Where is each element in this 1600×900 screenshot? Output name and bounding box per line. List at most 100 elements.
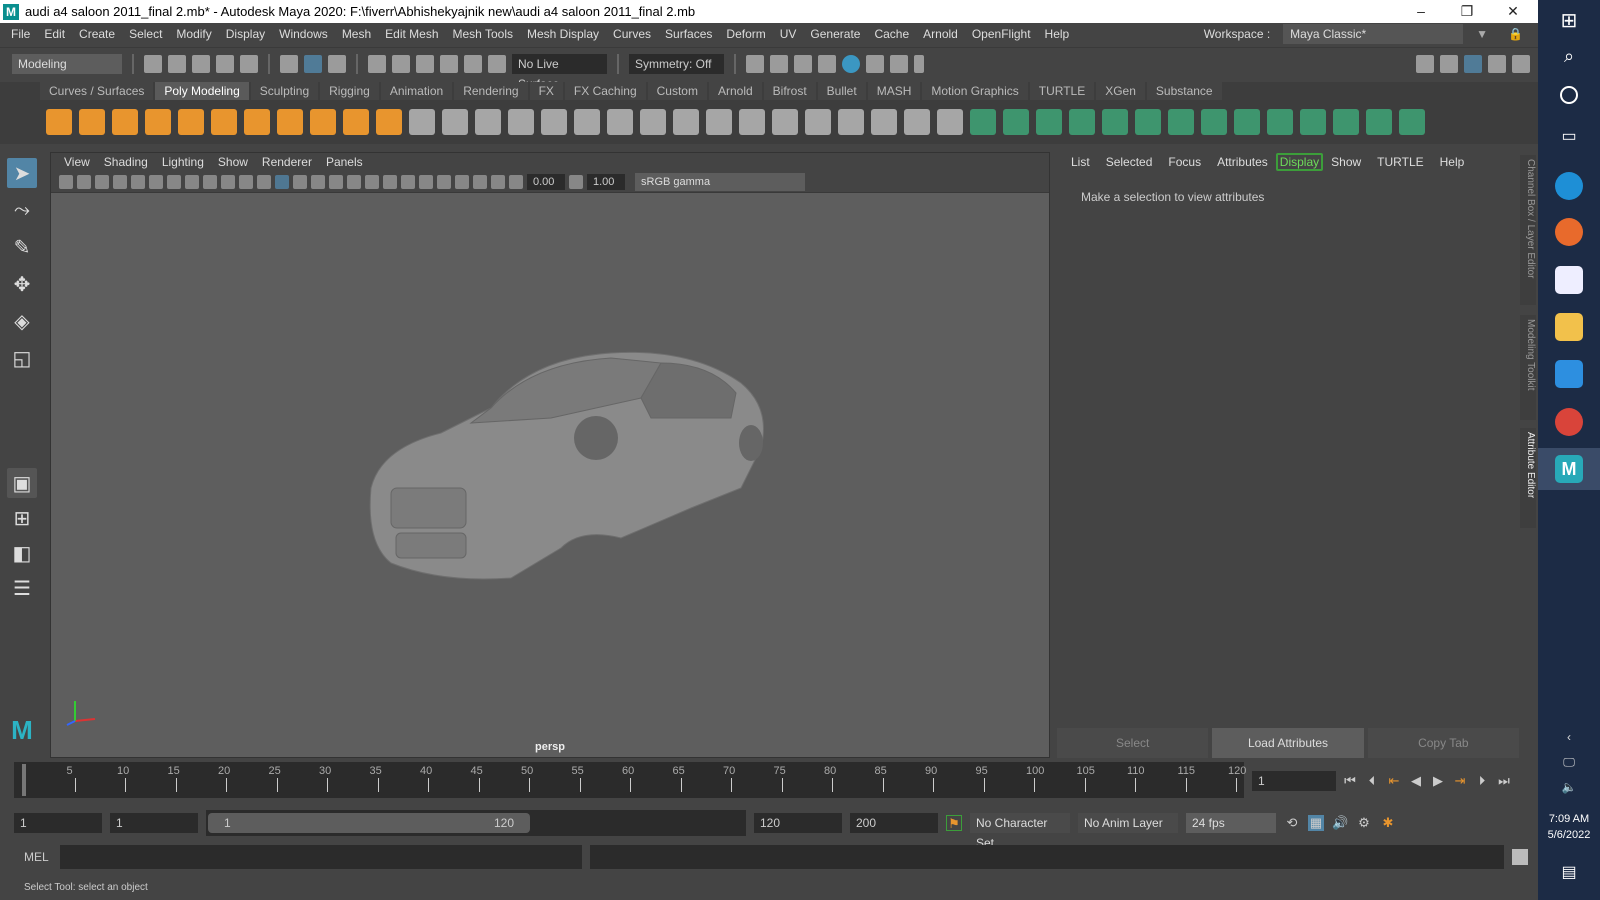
cortana-icon[interactable] <box>1560 86 1578 104</box>
store-icon[interactable] <box>1555 266 1583 294</box>
uv-editor-icon[interactable] <box>970 109 996 135</box>
shelf-tab-rendering[interactable]: Rendering <box>454 82 528 100</box>
shelf-tab-sculpting[interactable]: Sculpting <box>250 82 319 100</box>
poly-torus-icon[interactable] <box>178 109 204 135</box>
gamma-field[interactable]: 1.00 <box>587 173 625 190</box>
range-slider[interactable]: 1 120 <box>206 810 746 836</box>
menu-openflight[interactable]: OpenFlight <box>965 27 1038 41</box>
resolution-gate-icon[interactable] <box>167 174 181 189</box>
safe-title-icon[interactable] <box>239 174 253 189</box>
shelf-tab-bifrost[interactable]: Bifrost <box>763 82 816 100</box>
maya-taskbar-icon[interactable]: M <box>1555 455 1583 483</box>
shelf-tab-xgen[interactable]: XGen <box>1096 82 1145 100</box>
persp-outliner-layout-icon[interactable]: ◧ <box>7 538 37 568</box>
sew-uv-icon[interactable] <box>1102 109 1128 135</box>
merge-icon[interactable] <box>772 109 798 135</box>
two-sided-icon[interactable] <box>473 174 487 189</box>
snap-view-icon[interactable] <box>464 54 482 73</box>
minimize-button[interactable]: – <box>1398 0 1444 23</box>
multi-cut-icon[interactable] <box>442 109 468 135</box>
smooth-shade-icon[interactable] <box>275 174 289 189</box>
hud-icon[interactable] <box>491 174 505 189</box>
four-view-layout-icon[interactable]: ⊞ <box>7 503 37 533</box>
copy-tab-button[interactable]: Copy Tab <box>1367 728 1519 758</box>
lasso-tool-icon[interactable]: ⤳ <box>7 195 37 225</box>
shelf-tab-custom[interactable]: Custom <box>647 82 707 100</box>
shelf-tab-curves-surfaces[interactable]: Curves / Surfaces <box>40 82 154 100</box>
snap-live-icon[interactable] <box>488 54 506 73</box>
attr-menu-display[interactable]: Display <box>1275 153 1324 171</box>
image-plane-icon[interactable] <box>113 174 127 189</box>
boolean-icon[interactable] <box>673 109 699 135</box>
go-to-end-icon[interactable]: ⏭ <box>1496 773 1512 789</box>
xray-joints-icon[interactable] <box>455 174 469 189</box>
sculpt-icon[interactable] <box>937 109 963 135</box>
sweep-mesh-icon[interactable] <box>409 109 435 135</box>
chrome-icon[interactable] <box>1555 408 1583 436</box>
menu-deform[interactable]: Deform <box>719 27 772 41</box>
animation-preferences-icon[interactable]: ⚙ <box>1356 815 1372 831</box>
wireframe-on-shaded-icon[interactable] <box>311 174 325 189</box>
file-explorer-icon[interactable] <box>1555 313 1583 341</box>
snap-projected-icon[interactable] <box>440 54 458 73</box>
exposure-field[interactable]: 0.00 <box>527 173 565 190</box>
bookmark-icon[interactable] <box>95 174 109 189</box>
hypershade-icon[interactable] <box>842 54 860 73</box>
chevron-down-icon[interactable]: ▼ <box>1469 27 1495 41</box>
anti-aliasing-icon[interactable] <box>419 174 433 189</box>
render-settings-icon[interactable] <box>818 54 836 73</box>
attr-menu-turtle[interactable]: TURTLE <box>1369 155 1431 169</box>
quad-draw-icon[interactable] <box>1234 109 1260 135</box>
separate-icon[interactable] <box>508 109 534 135</box>
wireframe-icon[interactable] <box>257 174 271 189</box>
viewport-menu-lighting[interactable]: Lighting <box>155 155 211 169</box>
attr-menu-focus[interactable]: Focus <box>1160 155 1209 169</box>
volume-icon[interactable]: 🔈 <box>1555 780 1583 808</box>
shelf-tab-fx[interactable]: FX <box>529 82 563 100</box>
color-space-dropdown[interactable]: sRGB gamma <box>635 172 805 191</box>
live-surface-field[interactable]: No Live Surface <box>512 53 607 91</box>
shelf-tab-arnold[interactable]: Arnold <box>708 82 762 100</box>
exposure-icon[interactable] <box>509 174 523 189</box>
fill-hole-icon[interactable] <box>805 109 831 135</box>
attr-menu-help[interactable]: Help <box>1432 155 1473 169</box>
snap-curve-icon[interactable] <box>392 54 410 73</box>
gamma-icon[interactable] <box>569 174 583 189</box>
fix-icon[interactable] <box>1399 109 1425 135</box>
snap-point-icon[interactable] <box>416 54 434 73</box>
relax-icon[interactable] <box>1300 109 1326 135</box>
menu-file[interactable]: File <box>4 27 37 41</box>
animation-end-field[interactable]: 200 <box>850 813 938 833</box>
tab-channel-box[interactable]: Channel Box / Layer Editor <box>1520 155 1536 305</box>
notifications-icon[interactable]: ▤ <box>1555 862 1583 890</box>
channel-box-icon[interactable] <box>1512 54 1530 73</box>
poly-plane-icon[interactable] <box>211 109 237 135</box>
viewport-menu-renderer[interactable]: Renderer <box>255 155 319 169</box>
menuset-dropdown[interactable]: Modeling <box>12 53 122 74</box>
shelf-tab-rigging[interactable]: Rigging <box>320 82 379 100</box>
current-frame-field[interactable]: 1 <box>1252 771 1336 791</box>
render-frame-icon[interactable] <box>770 54 788 73</box>
attr-menu-list[interactable]: List <box>1063 155 1098 169</box>
render-view-icon[interactable] <box>746 54 764 73</box>
lock-icon[interactable]: 🔒 <box>1501 27 1530 41</box>
viewport-menu-view[interactable]: View <box>57 155 97 169</box>
planar-map-icon[interactable] <box>1003 109 1029 135</box>
mail-icon[interactable] <box>1555 360 1583 388</box>
poly-sphere-icon[interactable] <box>46 109 72 135</box>
step-back-icon[interactable]: ⏴ <box>1364 773 1380 789</box>
super-shape-icon[interactable] <box>310 109 336 135</box>
menu-select[interactable]: Select <box>122 27 169 41</box>
select-object-icon[interactable] <box>304 54 322 73</box>
default-material-icon[interactable] <box>293 174 307 189</box>
crease-icon[interactable] <box>1366 109 1392 135</box>
command-language-label[interactable]: MEL <box>24 850 49 864</box>
sound-icon[interactable]: 🔊 <box>1332 815 1348 831</box>
character-set-dropdown[interactable]: No Character Set <box>970 813 1070 850</box>
insert-edge-loop-icon[interactable] <box>871 109 897 135</box>
lock-camera-icon[interactable] <box>77 174 91 189</box>
script-editor-icon[interactable] <box>1512 849 1528 865</box>
close-button[interactable]: ✕ <box>1490 0 1536 23</box>
shelf-tab-turtle[interactable]: TURTLE <box>1029 82 1095 100</box>
menu-mesh[interactable]: Mesh <box>335 27 378 41</box>
